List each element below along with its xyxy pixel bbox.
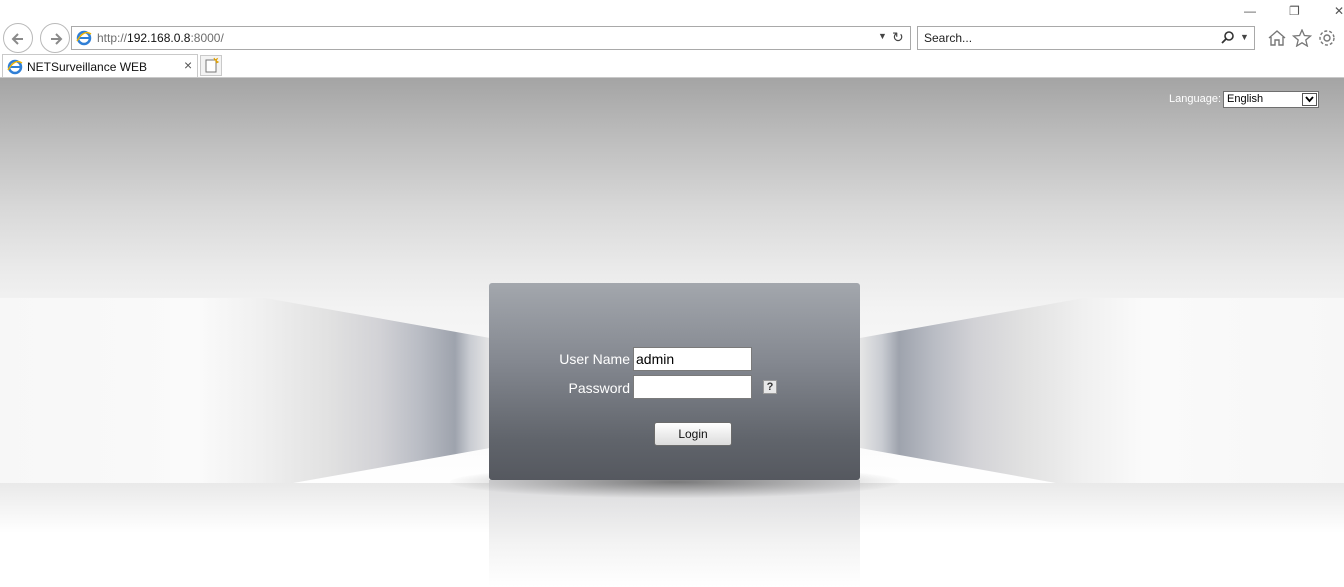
refresh-icon[interactable]: ↻ [892, 29, 904, 46]
background-corridor-left [0, 298, 490, 488]
back-button[interactable] [3, 23, 33, 53]
login-button[interactable]: Login [654, 422, 732, 446]
login-page: Language: English User Name Password ? L… [0, 78, 1344, 587]
restore-button[interactable]: ❐ [1289, 3, 1300, 19]
forward-arrow-icon [51, 33, 63, 45]
background-floor-left [0, 483, 490, 533]
login-panel: User Name Password ? Login [489, 283, 860, 480]
new-tab-button[interactable] [200, 55, 222, 76]
browser-chrome: — ❐ ✕ http://192.168.0.8:8000/ ▼ ↻ ▼ [0, 0, 1344, 78]
username-input[interactable] [633, 347, 752, 371]
search-icon[interactable] [1220, 30, 1236, 46]
background-corridor-right [860, 298, 1344, 488]
tab-close-icon[interactable]: × [184, 57, 192, 73]
password-label: Password [568, 380, 630, 396]
close-window-button[interactable]: ✕ [1334, 3, 1344, 19]
help-icon[interactable]: ? [763, 380, 777, 394]
username-label: User Name [559, 351, 630, 367]
chevron-down-icon[interactable] [1302, 93, 1317, 106]
back-arrow-icon [11, 33, 23, 45]
address-dropdown-icon[interactable]: ▼ [878, 31, 887, 41]
tab-title: NETSurveillance WEB [27, 60, 148, 74]
ie-logo-icon [76, 30, 92, 46]
ie-logo-icon [7, 59, 23, 75]
address-bar[interactable]: http://192.168.0.8:8000/ ▼ ↻ [71, 26, 911, 50]
password-input[interactable] [633, 375, 752, 399]
language-select[interactable]: English [1223, 91, 1319, 108]
search-input[interactable] [924, 30, 1214, 46]
language-label: Language: [1169, 93, 1221, 105]
background-floor-right [860, 483, 1344, 533]
new-tab-icon [205, 57, 220, 73]
forward-button[interactable] [40, 23, 70, 53]
search-dropdown-icon[interactable]: ▼ [1240, 32, 1249, 42]
settings-gear-icon[interactable] [1317, 29, 1337, 47]
home-icon[interactable] [1267, 29, 1287, 47]
browser-tab[interactable]: NETSurveillance WEB × [2, 54, 198, 78]
search-box[interactable]: ▼ [917, 26, 1255, 50]
language-value: English [1227, 93, 1264, 105]
minimize-button[interactable]: — [1244, 3, 1256, 19]
address-url: http://192.168.0.8:8000/ [97, 31, 224, 45]
favorites-star-icon[interactable] [1292, 29, 1312, 47]
